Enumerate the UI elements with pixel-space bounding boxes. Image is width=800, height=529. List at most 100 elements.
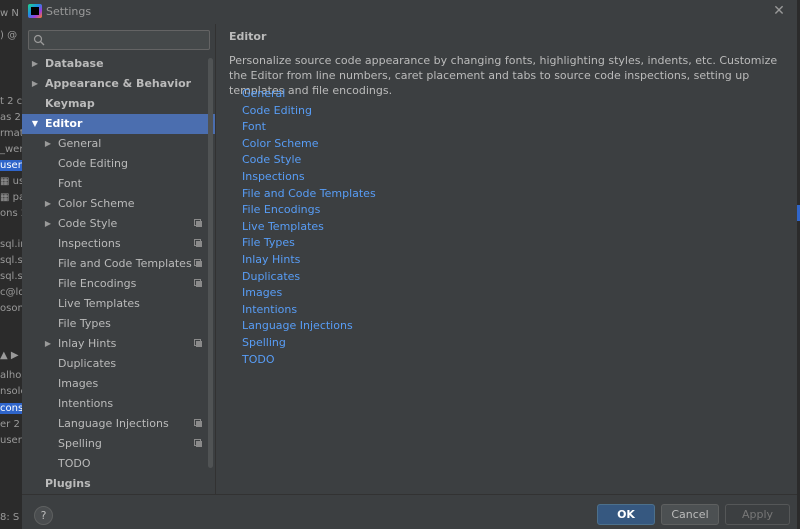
link-color-scheme[interactable]: Color Scheme	[242, 137, 318, 150]
tree-item-font[interactable]: Font	[22, 174, 215, 194]
ok-button[interactable]: OK	[597, 504, 655, 525]
tree-item-inspections[interactable]: Inspections	[22, 234, 215, 254]
search-box[interactable]	[28, 30, 210, 50]
tree-item-inlay-hints[interactable]: ▶ Inlay Hints	[22, 334, 215, 354]
apply-button[interactable]: Apply	[725, 504, 790, 525]
background-ide-line: alhos	[0, 370, 22, 381]
tree-item-file-encodings[interactable]: File Encodings	[22, 274, 215, 294]
background-ide-panel: w N) @ t 2 c as 2 rmat _wenuser ▦ us ▦ pa ons 2…	[0, 0, 22, 529]
link-live-templates[interactable]: Live Templates	[242, 220, 324, 233]
expanded-arrow-icon[interactable]: ▼	[30, 114, 40, 134]
tree-item-file-types[interactable]: File Types	[22, 314, 215, 334]
tree-item-editor[interactable]: ▼ Editor	[22, 114, 215, 134]
link-code-editing[interactable]: Code Editing	[242, 104, 312, 117]
tree-item-label: General	[58, 137, 102, 150]
settings-dialog: Settings ✕ ▶ Database ▶ Appearance & Behavi…	[22, 0, 797, 529]
background-ide-line: c@loc	[0, 287, 22, 298]
tree-item-code-style[interactable]: ▶ Code Style	[22, 214, 215, 234]
link-inlay-hints[interactable]: Inlay Hints	[242, 253, 300, 266]
project-scope-icon	[194, 339, 202, 347]
tree-item-label: Inspections	[58, 237, 121, 250]
bottom-divider	[22, 494, 797, 495]
tree-item-keymap[interactable]: Keymap	[22, 94, 215, 114]
tree-item-label: Appearance & Behavior	[45, 77, 192, 90]
link-code-style[interactable]: Code Style	[242, 153, 301, 166]
tree-item-label: File Encodings	[58, 277, 137, 290]
tree-item-database[interactable]: ▶ Database	[22, 54, 215, 74]
background-ide-line: ▲ ▶	[0, 350, 19, 361]
cancel-button[interactable]: Cancel	[661, 504, 719, 525]
link-todo[interactable]: TODO	[242, 353, 275, 366]
tree-item-label: Spelling	[58, 437, 102, 450]
tree-item-label: TODO	[58, 457, 91, 470]
background-ide-line: as 2	[0, 112, 21, 123]
background-ide-line: _wen	[0, 144, 22, 155]
collapsed-arrow-icon[interactable]: ▶	[43, 134, 53, 154]
tree-item-label: Color Scheme	[58, 197, 135, 210]
tree-item-label: Inlay Hints	[58, 337, 117, 350]
link-spelling[interactable]: Spelling	[242, 336, 286, 349]
tree-item-general[interactable]: ▶ General	[22, 134, 215, 154]
background-ide-line: 8: S	[0, 512, 20, 523]
collapsed-arrow-icon[interactable]: ▶	[30, 74, 40, 94]
background-ide-line: ) @	[0, 30, 18, 41]
collapsed-arrow-icon[interactable]: ▶	[43, 334, 53, 354]
tree-item-label: Editor	[45, 117, 83, 130]
collapsed-arrow-icon[interactable]: ▶	[30, 54, 40, 74]
link-font[interactable]: Font	[242, 120, 266, 133]
tree-item-duplicates[interactable]: Duplicates	[22, 354, 215, 374]
project-scope-icon	[194, 419, 202, 427]
link-file-types[interactable]: File Types	[242, 236, 295, 249]
collapsed-arrow-icon[interactable]: ▶	[43, 194, 53, 214]
background-ide-line: user	[0, 435, 22, 446]
search-icon	[33, 34, 45, 46]
link-file-and-code-templates[interactable]: File and Code Templates	[242, 187, 376, 200]
tree-item-language-injections[interactable]: Language Injections	[22, 414, 215, 434]
background-ide-line: sql.in	[0, 239, 22, 250]
page-title: Editor	[229, 30, 267, 43]
background-ide-line: sql.se	[0, 255, 22, 266]
tree-item-spelling[interactable]: Spelling	[22, 434, 215, 454]
background-ide-line: w N	[0, 8, 19, 19]
tree-item-intentions[interactable]: Intentions	[22, 394, 215, 414]
background-ide-line: osong	[0, 303, 22, 314]
tree-item-todo[interactable]: TODO	[22, 454, 215, 474]
tree-scrollbar[interactable]	[207, 58, 214, 468]
tree-scrollbar-thumb[interactable]	[208, 58, 213, 468]
link-inspections[interactable]: Inspections	[242, 170, 305, 183]
background-ide-line: ▦ us	[0, 176, 22, 187]
search-input[interactable]	[49, 32, 208, 50]
tree-item-plugins[interactable]: Plugins	[22, 474, 215, 494]
tree-item-images[interactable]: Images	[22, 374, 215, 394]
tree-item-label: File and Code Templates	[58, 257, 192, 270]
background-ide-line: t 2 c	[0, 96, 22, 107]
link-language-injections[interactable]: Language Injections	[242, 319, 353, 332]
tree-item-label: Code Style	[58, 217, 118, 230]
project-scope-icon	[194, 239, 202, 247]
link-images[interactable]: Images	[242, 286, 282, 299]
tree-item-live-templates[interactable]: Live Templates	[22, 294, 215, 314]
link-duplicates[interactable]: Duplicates	[242, 270, 300, 283]
link-general[interactable]: General	[242, 87, 285, 100]
background-ide-line: nsole	[0, 386, 22, 397]
project-scope-icon	[194, 279, 202, 287]
tree-item-label: Intentions	[58, 397, 114, 410]
background-ide-line: sql.sy	[0, 271, 22, 282]
tree-item-label: Code Editing	[58, 157, 128, 170]
tree-item-code-editing[interactable]: Code Editing	[22, 154, 215, 174]
link-file-encodings[interactable]: File Encodings	[242, 203, 320, 216]
background-ide-line: ▦ pa	[0, 192, 22, 203]
tree-item-color-scheme[interactable]: ▶ Color Scheme	[22, 194, 215, 214]
background-ide-line: user	[0, 160, 22, 171]
page-description: Personalize source code appearance by ch…	[229, 54, 778, 97]
collapsed-arrow-icon[interactable]: ▶	[43, 214, 53, 234]
link-intentions[interactable]: Intentions	[242, 303, 297, 316]
help-button[interactable]: ?	[34, 506, 53, 525]
project-scope-icon	[194, 219, 202, 227]
tree-item-file-and-code-templates[interactable]: File and Code Templates	[22, 254, 215, 274]
tree-item-label: Font	[58, 177, 82, 190]
tree-item-appearance-behavior[interactable]: ▶ Appearance & Behavior	[22, 74, 215, 94]
project-scope-icon	[194, 259, 202, 267]
panel-divider[interactable]	[215, 24, 216, 494]
close-button[interactable]: ✕	[771, 3, 787, 19]
